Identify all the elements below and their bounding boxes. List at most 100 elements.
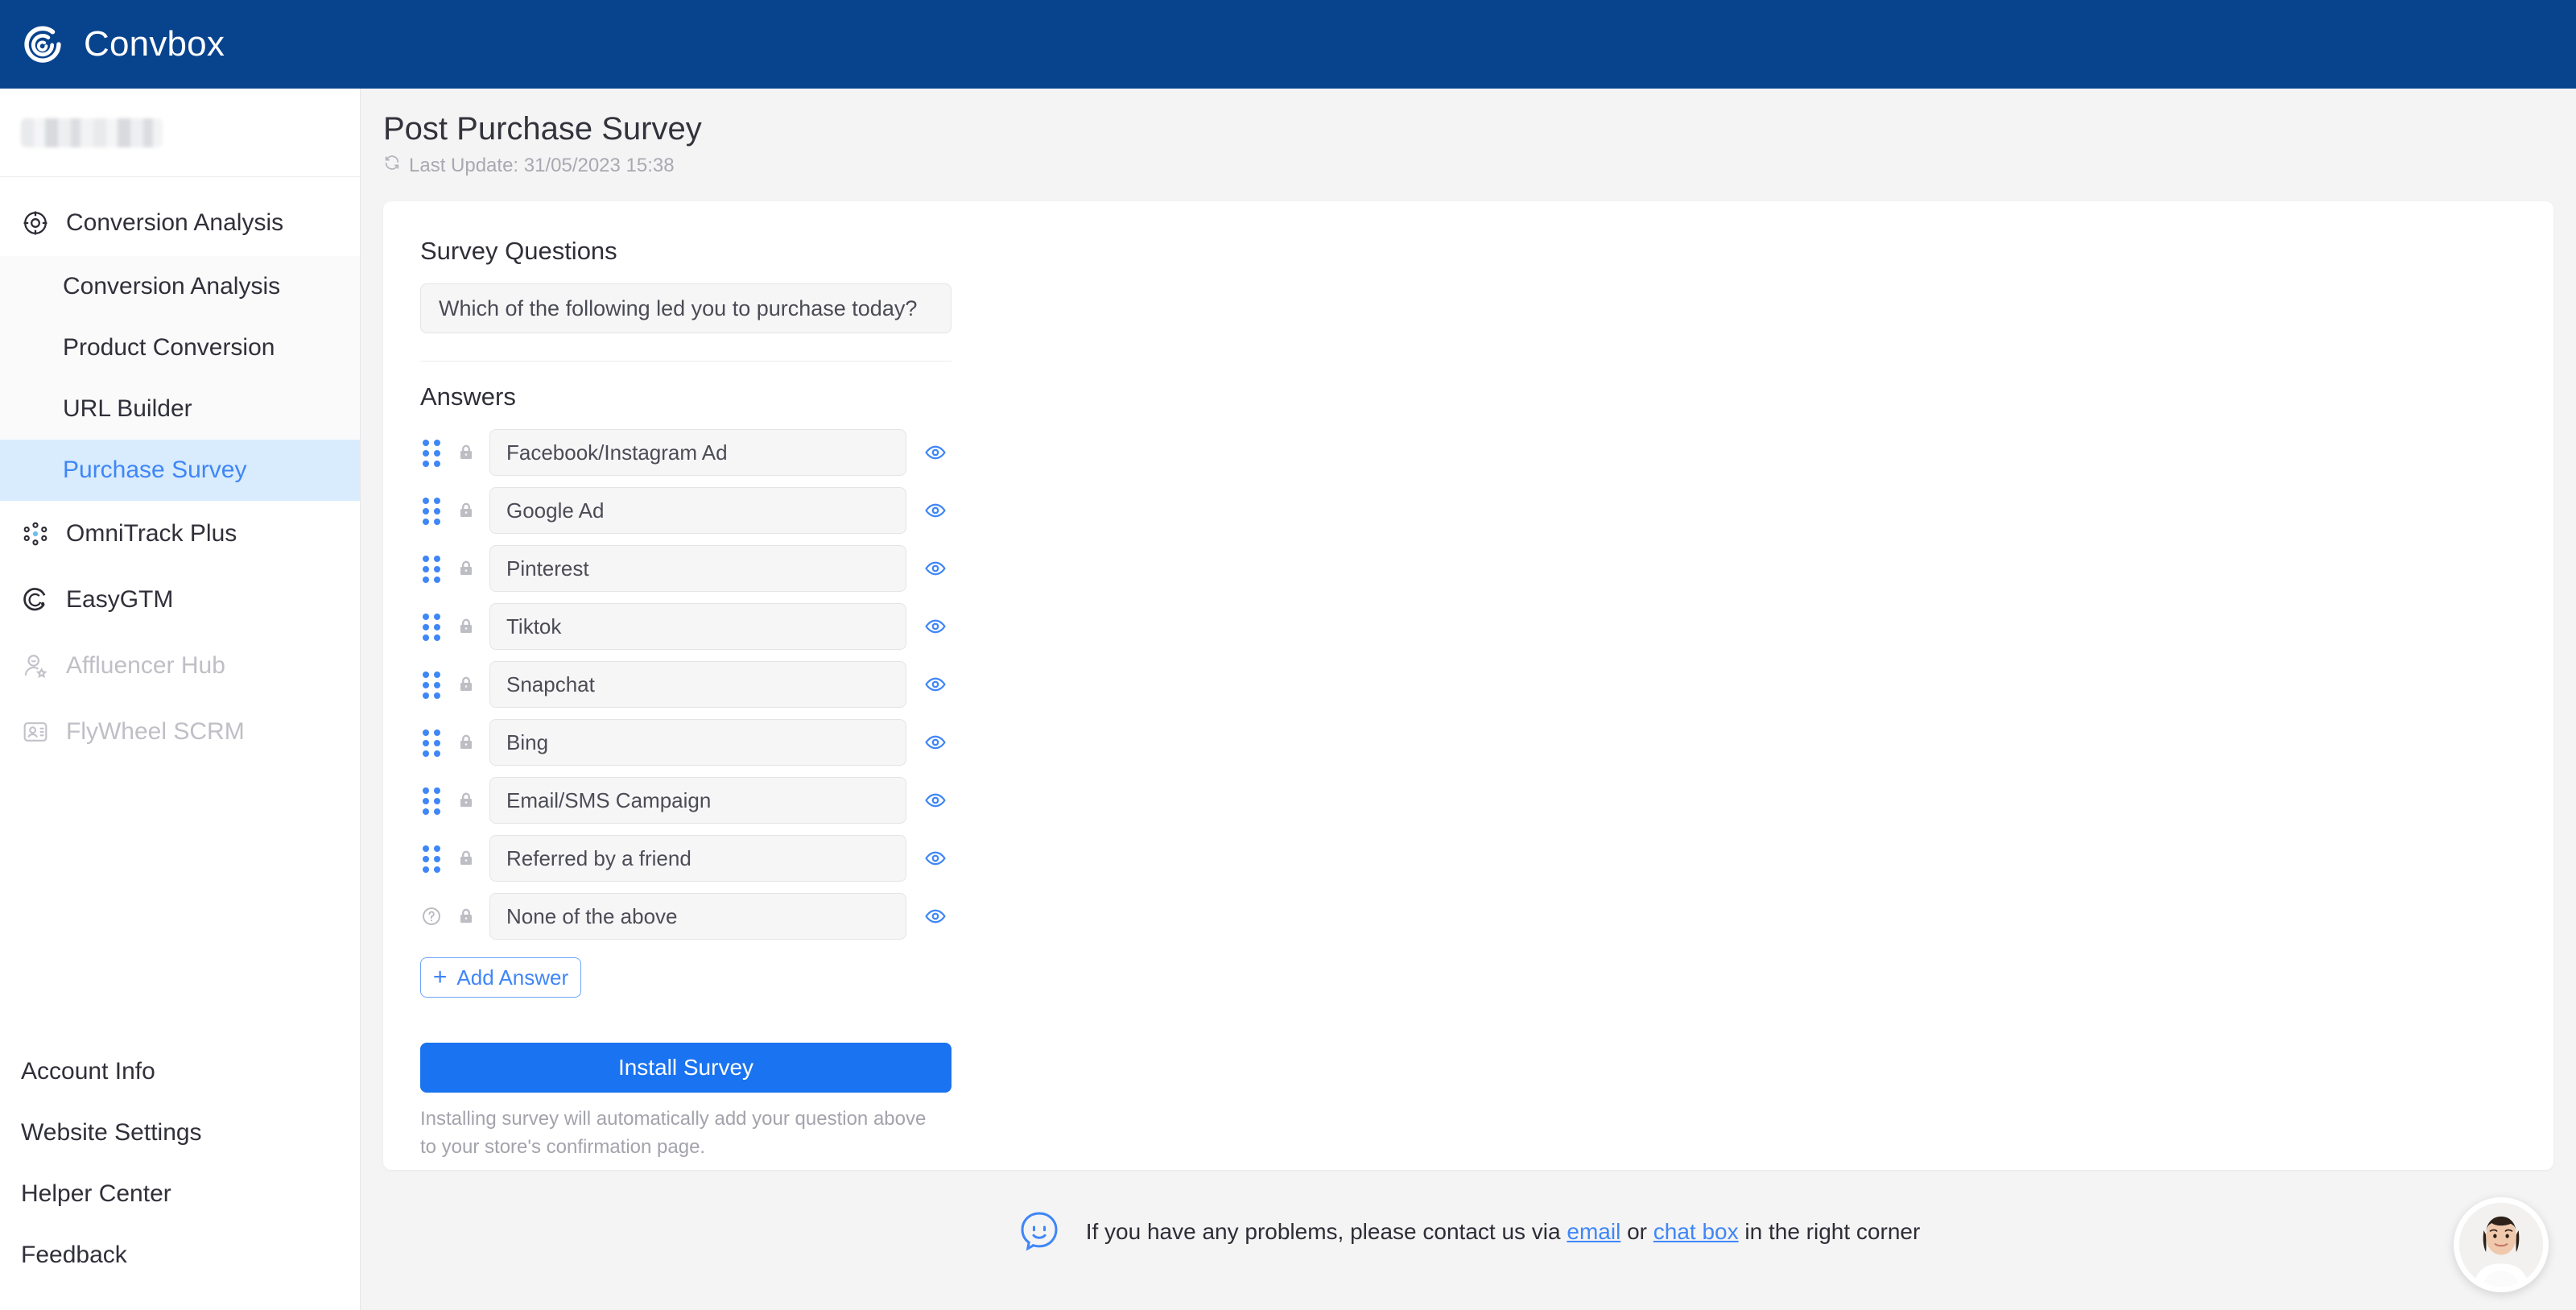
email-link[interactable]: email xyxy=(1567,1219,1620,1244)
subnav-item-url-builder[interactable]: URL Builder xyxy=(0,378,360,440)
subnav-item-label: Conversion Analysis xyxy=(63,273,281,300)
support-avatar-icon xyxy=(2458,1202,2544,1287)
drag-handle-icon[interactable] xyxy=(420,729,443,757)
app-header: Convbox xyxy=(0,0,2576,89)
eye-icon[interactable] xyxy=(919,615,952,638)
answer-value: Email/SMS Campaign xyxy=(506,787,712,812)
add-answer-button[interactable]: + Add Answer xyxy=(420,957,581,998)
sidebar-bottom-label: Website Settings xyxy=(21,1119,202,1146)
subnav-item-label: URL Builder xyxy=(63,395,192,422)
answer-input[interactable]: Referred by a friend xyxy=(489,835,906,882)
answer-row: Referred by a friend xyxy=(420,835,952,882)
help-circle-icon[interactable] xyxy=(420,903,443,930)
eye-icon[interactable] xyxy=(919,789,952,812)
eye-icon[interactable] xyxy=(919,847,952,870)
answers-list: Facebook/Instagram Ad Google Ad Pinteres… xyxy=(420,429,952,940)
drag-handle-icon[interactable] xyxy=(420,671,443,699)
dots-circle-icon xyxy=(21,519,50,548)
sidebar-item-label: FlyWheel SCRM xyxy=(66,718,245,745)
eye-icon[interactable] xyxy=(919,673,952,696)
drag-handle-icon[interactable] xyxy=(420,439,443,467)
page-header: Post Purchase Survey Last Update: 31/05/… xyxy=(361,89,2576,177)
chat-box-link[interactable]: chat box xyxy=(1653,1219,1739,1244)
answer-value: Tiktok xyxy=(506,614,562,638)
answer-input[interactable]: None of the above xyxy=(489,893,906,940)
install-note: Installing survey will automatically add… xyxy=(420,1108,927,1158)
eye-icon[interactable] xyxy=(919,557,952,580)
answer-input[interactable]: Email/SMS Campaign xyxy=(489,777,906,824)
sidebar: Conversion Analysis Conversion Analysis … xyxy=(0,89,361,1310)
sidebar-bottom-label: Feedback xyxy=(21,1242,127,1268)
lock-icon xyxy=(456,907,477,926)
answer-row: None of the above xyxy=(420,893,952,940)
sidebar-item-easygtm[interactable]: EasyGTM xyxy=(0,567,360,633)
answer-row: Bing xyxy=(420,719,952,766)
sidebar-item-affluencer-hub: Affluencer Hub xyxy=(0,633,360,699)
app-brand-name: Convbox xyxy=(84,24,225,64)
sidebar-nav: Conversion Analysis Conversion Analysis … xyxy=(0,177,360,765)
sidebar-item-label: Conversion Analysis xyxy=(66,209,284,236)
answer-value: Google Ad xyxy=(506,498,605,523)
survey-questions-label: Survey Questions xyxy=(420,237,617,265)
drag-handle-icon[interactable] xyxy=(420,787,443,815)
answer-row: Snapchat xyxy=(420,661,952,708)
sidebar-item-omnitrack-plus[interactable]: OmniTrack Plus xyxy=(0,501,360,567)
survey-card: Survey Questions Which of the following … xyxy=(383,201,2553,1171)
install-survey-button[interactable]: Install Survey xyxy=(420,1043,952,1093)
sidebar-bottom-label: Helper Center xyxy=(21,1180,171,1207)
drag-handle-icon[interactable] xyxy=(420,845,443,873)
target-icon xyxy=(21,209,50,238)
sidebar-item-account-info[interactable]: Account Info xyxy=(0,1041,360,1102)
drag-handle-icon[interactable] xyxy=(420,613,443,641)
lock-icon xyxy=(456,849,477,868)
sidebar-item-conversion-analysis[interactable]: Conversion Analysis xyxy=(0,190,360,256)
smiley-chat-icon xyxy=(1017,1208,1062,1257)
answer-row: Tiktok xyxy=(420,603,952,650)
sidebar-item-label: EasyGTM xyxy=(66,586,174,613)
install-section: Install Survey Installing survey will au… xyxy=(420,1043,952,1162)
sidebar-item-website-settings[interactable]: Website Settings xyxy=(0,1102,360,1163)
subnav-item-label: Product Conversion xyxy=(63,334,275,361)
sidebar-item-helper-center[interactable]: Helper Center xyxy=(0,1163,360,1225)
answer-value: Referred by a friend xyxy=(506,845,691,870)
section-divider xyxy=(420,361,952,362)
answer-input[interactable]: Snapchat xyxy=(489,661,906,708)
user-star-icon xyxy=(21,651,50,680)
eye-icon[interactable] xyxy=(919,905,952,928)
main-content: Post Purchase Survey Last Update: 31/05/… xyxy=(361,89,2576,1310)
account-name-redacted[interactable] xyxy=(0,89,360,177)
answer-value: None of the above xyxy=(506,903,678,928)
sidebar-item-flywheel-scrm: FlyWheel SCRM xyxy=(0,699,360,765)
redacted-account-label xyxy=(21,118,163,147)
eye-icon[interactable] xyxy=(919,441,952,464)
footer-contact-bar: If you have any problems, please contact… xyxy=(361,1170,2576,1310)
refresh-icon xyxy=(383,154,401,177)
footer-text-before: If you have any problems, please contact… xyxy=(1085,1219,1567,1245)
spiral-logo-icon xyxy=(19,21,66,68)
lock-icon xyxy=(456,501,477,520)
answer-input[interactable]: Pinterest xyxy=(489,545,906,592)
sidebar-item-feedback[interactable]: Feedback xyxy=(0,1225,360,1286)
survey-question-input[interactable]: Which of the following led you to purcha… xyxy=(420,283,952,333)
subnav-item-product-conversion[interactable]: Product Conversion xyxy=(0,317,360,378)
drag-handle-icon[interactable] xyxy=(420,555,443,583)
footer-text-after: in the right corner xyxy=(1738,1219,1921,1245)
footer-text-middle: or xyxy=(1620,1219,1653,1245)
drag-handle-icon[interactable] xyxy=(420,497,443,525)
sidebar-item-label: Affluencer Hub xyxy=(66,652,225,679)
eye-icon[interactable] xyxy=(919,499,952,522)
subnav-item-conversion-analysis[interactable]: Conversion Analysis xyxy=(0,256,360,317)
answer-input[interactable]: Facebook/Instagram Ad xyxy=(489,429,906,476)
answer-input[interactable]: Bing xyxy=(489,719,906,766)
subnav-item-purchase-survey[interactable]: Purchase Survey xyxy=(0,440,360,501)
eye-icon[interactable] xyxy=(919,731,952,754)
lock-icon xyxy=(456,617,477,636)
answer-input[interactable]: Google Ad xyxy=(489,487,906,534)
answers-label: Answers xyxy=(420,382,516,411)
sidebar-subnav: Conversion Analysis Product Conversion U… xyxy=(0,256,360,501)
chat-widget-button[interactable] xyxy=(2454,1197,2549,1292)
lock-icon xyxy=(456,559,477,578)
answer-input[interactable]: Tiktok xyxy=(489,603,906,650)
lock-icon xyxy=(456,733,477,752)
sidebar-bottom-links: Account Info Website Settings Helper Cen… xyxy=(0,1041,360,1310)
